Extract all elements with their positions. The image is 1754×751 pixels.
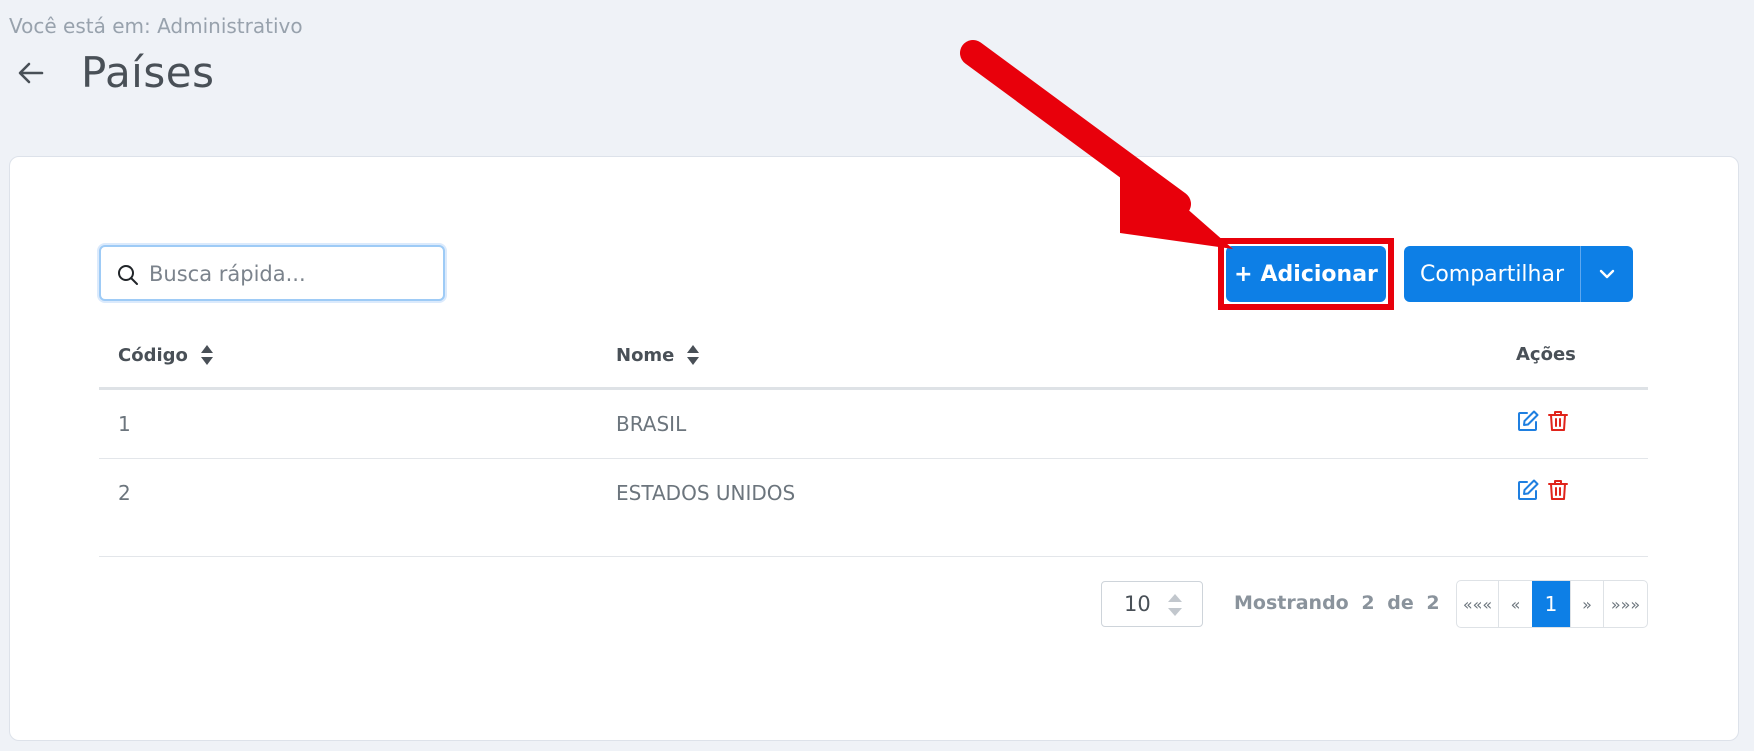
trash-icon[interactable]: [1546, 478, 1570, 502]
add-button[interactable]: + Adicionar: [1226, 246, 1386, 302]
row-divider: [99, 458, 1648, 459]
stepper-arrows-icon[interactable]: [1166, 592, 1184, 618]
search-icon: [118, 265, 138, 285]
table-header-divider: [99, 387, 1648, 390]
pagination-next[interactable]: »: [1570, 581, 1603, 627]
pagination-page-1[interactable]: 1: [1532, 581, 1570, 627]
cell-nome: ESTADOS UNIDOS: [616, 481, 796, 505]
add-button-label: Adicionar: [1260, 261, 1378, 287]
share-button-label: Compartilhar: [1419, 261, 1565, 287]
trash-icon[interactable]: [1546, 409, 1570, 433]
search-input[interactable]: [147, 253, 436, 295]
sort-icon[interactable]: [200, 344, 214, 366]
pagination-first[interactable]: «««: [1457, 581, 1498, 627]
add-plus: +: [1234, 261, 1253, 287]
pagination-last[interactable]: »»»: [1603, 581, 1647, 627]
table-bottom-divider: [99, 556, 1648, 557]
edit-icon[interactable]: [1516, 478, 1540, 502]
showing-count: 2: [1361, 592, 1375, 614]
pagination: ««« « 1 » »»»: [1456, 580, 1648, 628]
cell-nome: BRASIL: [616, 412, 687, 436]
column-header-acoes: Ações: [1516, 344, 1576, 365]
share-button[interactable]: Compartilhar: [1404, 246, 1580, 302]
back-arrow-icon[interactable]: [16, 58, 46, 88]
search-box[interactable]: [99, 245, 445, 301]
cell-codigo: 1: [118, 412, 131, 436]
showing-word: Mostrando: [1234, 592, 1349, 614]
column-header-label: Nome: [616, 344, 675, 366]
edit-icon[interactable]: [1516, 409, 1540, 433]
showing-total: 2: [1426, 592, 1440, 614]
share-dropdown-toggle[interactable]: [1580, 246, 1633, 302]
chevron-down-icon: [1599, 269, 1615, 279]
showing-of: de: [1387, 592, 1414, 614]
content-card: [9, 156, 1739, 741]
column-header-label: Ações: [1516, 344, 1576, 365]
pagination-prev[interactable]: «: [1498, 581, 1532, 627]
page-title: Países: [81, 48, 215, 97]
column-header-nome[interactable]: Nome: [616, 344, 700, 366]
page-size-value: 10: [1124, 592, 1151, 616]
breadcrumb: Você está em: Administrativo: [9, 14, 303, 38]
column-header-label: Código: [118, 344, 188, 366]
sort-icon[interactable]: [686, 344, 700, 366]
pagination-summary: Mostrando 2 de 2: [1234, 592, 1440, 614]
cell-codigo: 2: [118, 481, 131, 505]
page-size-select[interactable]: 10: [1101, 581, 1203, 627]
column-header-codigo[interactable]: Código: [118, 344, 214, 366]
